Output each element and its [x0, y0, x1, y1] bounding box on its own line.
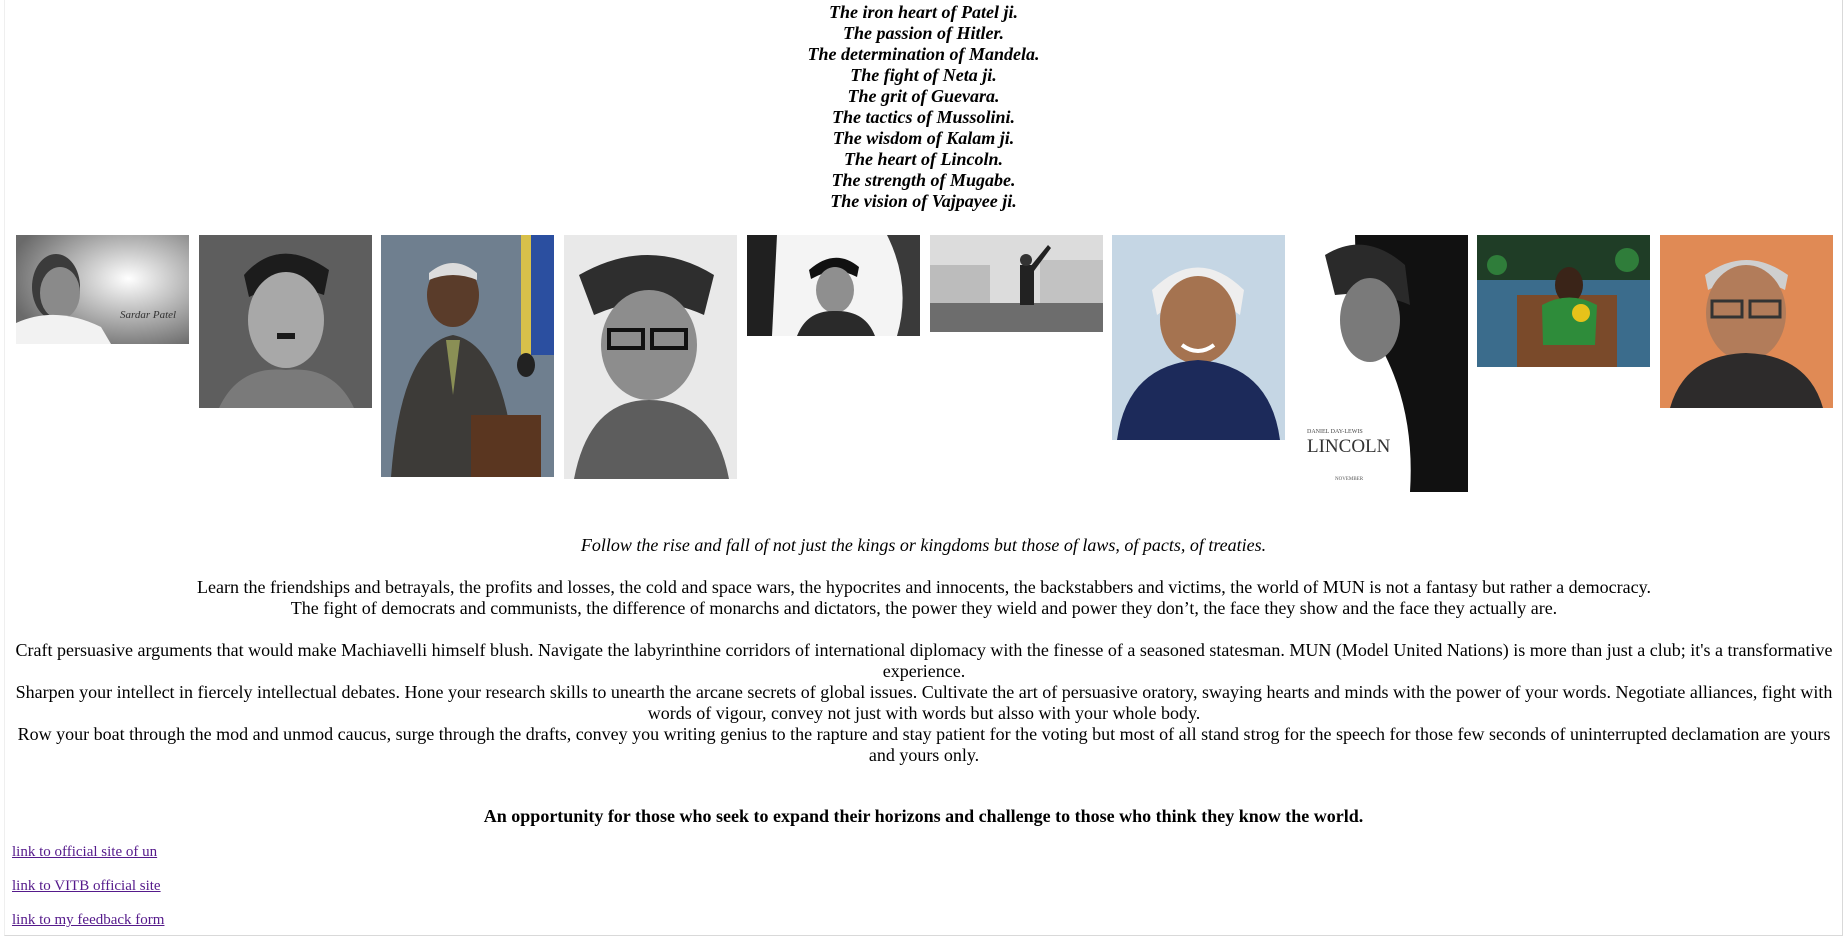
paragraph-mun-line1: Craft persuasive arguments that would ma… [15, 640, 1833, 681]
paragraph-mun-line2: Sharpen your intellect in fiercely intel… [15, 682, 1833, 723]
quote-mugabe: The strength of Mugabe. [831, 170, 1016, 190]
opportunity-statement: An opportunity for those who seek to exp… [483, 806, 1364, 826]
link-vitb-official-site[interactable]: link to VITB official site [12, 877, 161, 895]
link-un-official-site[interactable]: link to official site of un [12, 843, 157, 861]
link-feedback-form[interactable]: link to my feedback form [12, 911, 164, 929]
quote-lincoln: The heart of Lincoln. [843, 149, 1003, 169]
lincoln-poster-credit: DANIEL DAY-LEWIS [1307, 429, 1363, 435]
quote-mandela: The determination of Mandela. [807, 44, 1040, 64]
photo-vajpayee [1660, 235, 1833, 408]
quotes-block: The iron heart of Patel ji. The passion … [0, 2, 1847, 212]
patel-caption: Sardar Patel [120, 309, 176, 321]
photo-patel: Sardar Patel [16, 235, 189, 344]
photo-hitler [199, 235, 372, 408]
photo-guevara [747, 235, 920, 336]
photo-mugabe [1477, 235, 1650, 367]
lincoln-poster-date: NOVEMBER [1335, 477, 1364, 482]
photo-lincoln: DANIEL DAY-LEWIS LINCOLN NOVEMBER [1295, 235, 1468, 492]
paragraph-history: Learn the friendships and betrayals, the… [14, 577, 1834, 619]
photo-mandela [381, 235, 554, 477]
paragraph-history-line1: Learn the friendships and betrayals, the… [197, 577, 1651, 597]
paragraph-history-line2: The fight of democrats and communists, t… [290, 598, 1558, 618]
tagline: Follow the rise and fall of not just the… [580, 535, 1267, 555]
lincoln-poster-title: LINCOLN [1307, 436, 1391, 457]
photo-netaji [564, 235, 737, 479]
paragraph-mun: Craft persuasive arguments that would ma… [14, 640, 1834, 766]
photo-kalam [1112, 235, 1285, 440]
quote-mussolini: The tactics of Mussolini. [831, 107, 1015, 127]
quote-guevara: The grit of Guevara. [847, 86, 1000, 106]
photo-mussolini [930, 235, 1103, 332]
quote-patel: The iron heart of Patel ji. [829, 2, 1018, 22]
quote-netaji: The fight of Neta ji. [850, 65, 997, 85]
quote-vajpayee: The vision of Vajpayee ji. [830, 191, 1017, 211]
paragraph-mun-line3: Row your boat through the mod and unmod … [17, 724, 1831, 765]
quote-hitler: The passion of Hitler. [842, 23, 1004, 43]
quote-kalam: The wisdom of Kalam ji. [832, 128, 1015, 148]
